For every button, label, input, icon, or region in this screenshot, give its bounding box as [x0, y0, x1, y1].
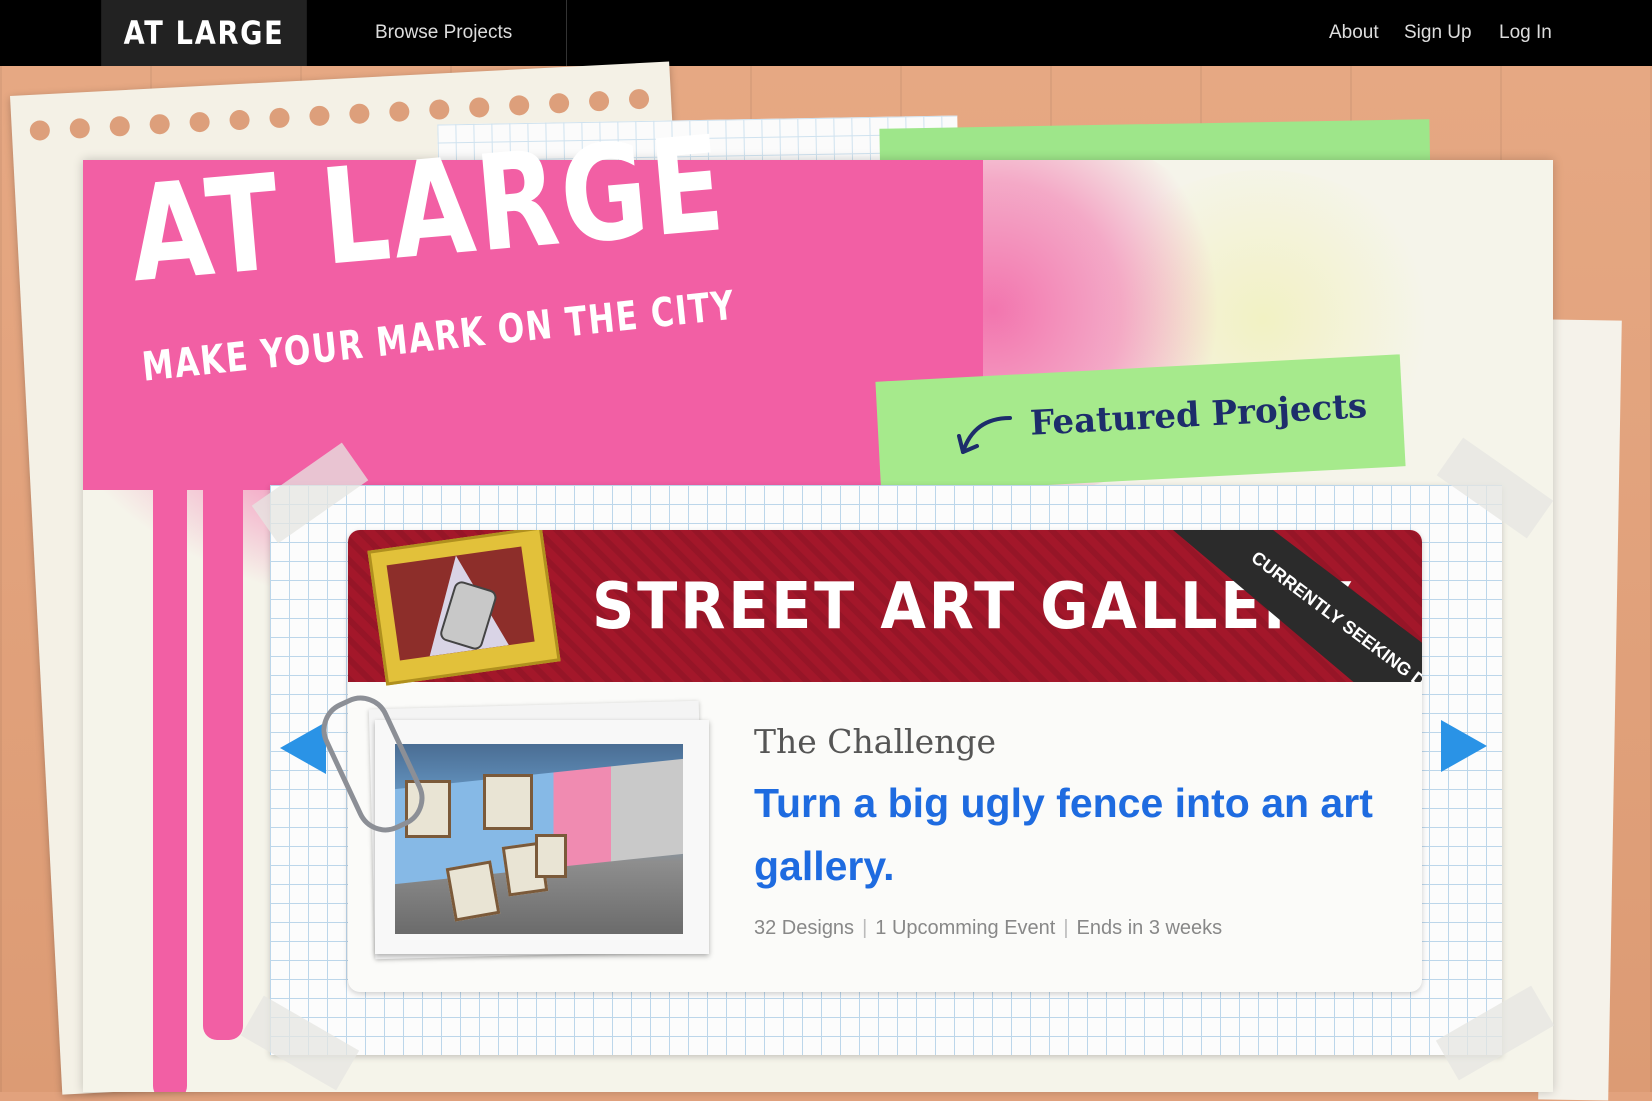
browse-projects-link[interactable]: Browse Projects	[375, 0, 512, 66]
paint-drip	[153, 460, 187, 1092]
paper-hole	[109, 115, 131, 137]
about-link[interactable]: About	[1329, 0, 1379, 66]
spray-can-frame-icon	[367, 530, 561, 686]
paper-hole	[468, 96, 490, 118]
nav-divider	[566, 0, 567, 66]
designs-count: 32 Designs	[754, 917, 855, 939]
challenge-link[interactable]: Turn a big ugly fence into an art galler…	[754, 772, 1394, 898]
paper-hole	[388, 101, 410, 123]
paper-hole	[348, 103, 370, 125]
artwork-thumbnail	[483, 774, 533, 830]
artwork-thumbnail	[445, 860, 501, 922]
paper-hole	[229, 109, 251, 131]
curved-arrow-icon	[957, 416, 1012, 454]
paper-hole	[269, 107, 291, 129]
challenge-label: The Challenge	[754, 722, 997, 761]
project-photo[interactable]	[375, 720, 709, 954]
paper-hole	[588, 90, 610, 112]
paper-hole	[149, 113, 171, 135]
project-banner[interactable]: STREET ART GALLERY CURRENTLY SEEKING DES…	[348, 530, 1422, 686]
paint-drip	[203, 460, 243, 1040]
fence-gallery-image	[395, 744, 683, 934]
stats-divider: |	[862, 917, 868, 939]
log-in-link[interactable]: Log In	[1499, 0, 1552, 66]
triangle-left-icon[interactable]	[280, 722, 326, 774]
status-ribbon: CURRENTLY SEEKING DESIGNS	[1173, 530, 1422, 682]
events-count: 1 Upcomming Event	[875, 917, 1056, 939]
paper-hole	[69, 117, 91, 139]
ends-in: Ends in 3 weeks	[1076, 917, 1223, 939]
brand-logo[interactable]: AT LARGE	[101, 0, 307, 66]
sign-up-link[interactable]: Sign Up	[1404, 0, 1472, 66]
paper-hole	[508, 94, 530, 116]
paper-hole	[29, 119, 51, 141]
paper-hole	[428, 99, 450, 121]
paper-hole	[628, 88, 650, 110]
paper-hole	[189, 111, 211, 133]
paper-hole	[308, 105, 330, 127]
project-stats: 32 Designs | 1 Upcomming Event | Ends in 3 w…	[754, 917, 1222, 940]
triangle-right-icon[interactable]	[1441, 720, 1487, 772]
stats-divider: |	[1063, 917, 1069, 939]
top-nav: AT LARGE Browse Projects About Sign Up L…	[0, 0, 1652, 66]
artwork-thumbnail	[535, 834, 567, 878]
paper-hole	[548, 92, 570, 114]
